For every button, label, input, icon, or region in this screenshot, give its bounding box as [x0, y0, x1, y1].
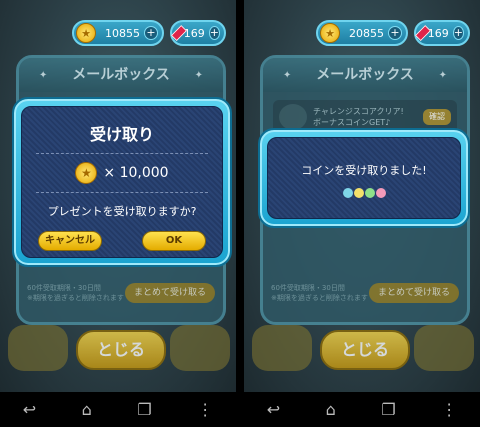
mail-item-text: ボーナスコインGET♪ — [313, 118, 391, 127]
recent-apps-icon[interactable]: ❐ — [381, 400, 395, 419]
plus-icon[interactable]: + — [388, 26, 402, 40]
side-button-left[interactable] — [8, 325, 68, 371]
plus-icon[interactable]: + — [452, 26, 464, 40]
tsum-thumbnail — [279, 104, 307, 130]
mail-confirm-button[interactable]: 確認 — [423, 109, 451, 125]
dialog-title: 受け取り — [89, 125, 154, 144]
system-nav-bar: ↩ ⌂ ❐ ⋮ — [244, 392, 480, 427]
back-icon[interactable]: ↩ — [23, 400, 36, 419]
mailbox-footer: 60件受取期限・30日間 ※期限を過ぎると削除されます まとめて受け取る — [27, 276, 215, 310]
sparkle-icon: ✦ — [194, 70, 203, 81]
coin-icon: ★ — [76, 23, 96, 43]
ruby-counter[interactable]: 169 + — [170, 20, 226, 46]
ruby-count: 169 — [427, 26, 449, 40]
tsum-group-icon — [268, 188, 460, 198]
system-nav-bar: ↩ ⌂ ❐ ⋮ — [0, 392, 236, 427]
coin-icon: ★ — [75, 162, 98, 184]
ok-button[interactable]: OK — [142, 231, 206, 251]
close-button[interactable]: とじる — [76, 330, 166, 370]
ruby-count: 169 — [183, 26, 205, 40]
recent-apps-icon[interactable]: ❐ — [137, 400, 151, 419]
sparkle-icon: ✦ — [438, 70, 447, 81]
left-screen: ★ 10855 + 169 + メールボックス ✦ ✦ 60件受取期限・30日間… — [0, 0, 236, 392]
coin-count: 20855 — [349, 26, 384, 40]
sparkle-icon: ✦ — [39, 70, 48, 81]
reward-amount: ★ × 10,000 — [22, 162, 222, 184]
currency-bar: ★ 10855 + 169 + — [72, 20, 226, 46]
mailbox-title: メールボックス — [263, 58, 467, 92]
coin-counter[interactable]: ★ 20855 + — [316, 20, 408, 46]
ruby-counter[interactable]: 169 + — [414, 20, 470, 46]
divider — [36, 153, 208, 154]
plus-icon[interactable]: + — [144, 26, 158, 40]
received-dialog: コインを受け取りました! — [258, 128, 470, 228]
divider — [36, 192, 208, 193]
sparkle-icon: ✦ — [283, 70, 292, 81]
currency-bar: ★ 20855 + 169 + — [316, 20, 470, 46]
right-screen: ★ 20855 + 169 + メールボックス ✦ ✦ チャレンジスコアクリア!… — [244, 0, 480, 392]
collect-all-button[interactable]: まとめて受け取る — [369, 283, 459, 303]
coin-count: 10855 — [105, 26, 140, 40]
mail-item-text: チャレンジスコアクリア! — [313, 107, 404, 116]
coin-counter[interactable]: ★ 10855 + — [72, 20, 164, 46]
menu-icon[interactable]: ⋮ — [197, 400, 213, 419]
cancel-button[interactable]: キャンセル — [38, 231, 102, 251]
home-icon[interactable]: ⌂ — [82, 400, 92, 419]
side-button-right[interactable] — [414, 325, 474, 371]
footer-note: ※期限を過ぎると削除されます — [271, 294, 368, 302]
confirm-question: プレゼントを受け取りますか? — [47, 205, 197, 218]
home-icon[interactable]: ⌂ — [326, 400, 336, 419]
close-button[interactable]: とじる — [320, 330, 410, 370]
collect-all-button[interactable]: まとめて受け取る — [125, 283, 215, 303]
side-button-right[interactable] — [170, 325, 230, 371]
coin-icon: ★ — [320, 23, 340, 43]
receive-dialog: 受け取り ★ × 10,000 プレゼントを受け取りますか? キャンセル OK — [12, 97, 232, 267]
received-message: コインを受け取りました! — [301, 164, 427, 177]
footer-note: ※期限を過ぎると削除されます — [27, 294, 124, 302]
mailbox-footer: 60件受取期限・30日間 ※期限を過ぎると削除されます まとめて受け取る — [271, 276, 459, 310]
menu-icon[interactable]: ⋮ — [441, 400, 457, 419]
back-icon[interactable]: ↩ — [267, 400, 280, 419]
mailbox-title: メールボックス — [19, 58, 223, 92]
plus-icon[interactable]: + — [208, 26, 220, 40]
footer-note: 60件受取期限・30日間 — [27, 284, 101, 292]
side-button-left[interactable] — [252, 325, 312, 371]
amount-text: × 10,000 — [103, 165, 169, 181]
footer-note: 60件受取期限・30日間 — [271, 284, 345, 292]
